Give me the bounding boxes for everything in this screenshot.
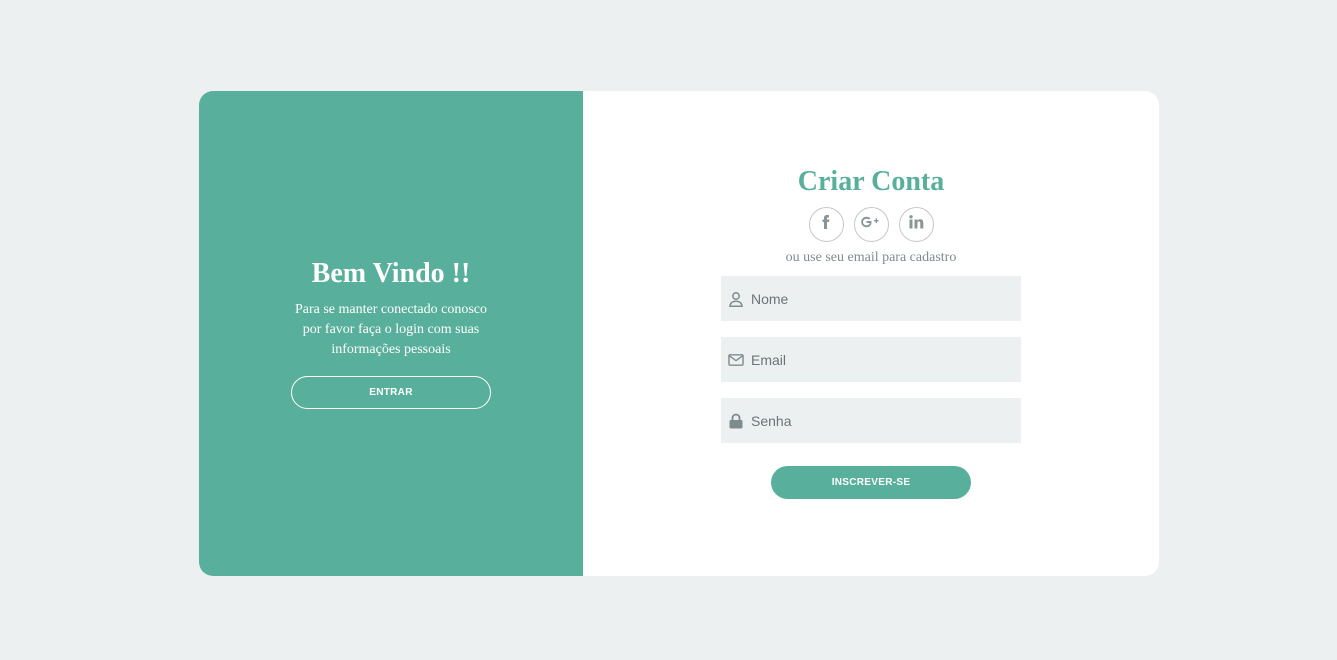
welcome-title: Bem Vindo !! <box>311 258 471 289</box>
welcome-panel: Bem Vindo !! Para se manter conectado co… <box>199 91 583 576</box>
name-field <box>721 276 1021 321</box>
social-links <box>808 207 934 242</box>
linkedin-button[interactable] <box>898 207 934 242</box>
facebook-button[interactable] <box>808 207 844 242</box>
facebook-icon <box>818 214 834 235</box>
signup-subtitle: ou use seu email para cadastro <box>785 250 957 265</box>
password-field <box>721 398 1021 443</box>
google-plus-icon <box>860 215 882 234</box>
auth-card: Bem Vindo !! Para se manter conectado co… <box>199 91 1159 576</box>
signup-panel: Criar Conta ou use seu email para cadast… <box>583 91 1159 576</box>
name-input[interactable] <box>751 276 1021 321</box>
login-button[interactable]: ENTRAR <box>291 376 491 409</box>
email-field <box>721 337 1021 382</box>
password-input[interactable] <box>751 398 1021 443</box>
signup-title: Criar Conta <box>797 166 945 197</box>
welcome-description: Para se manter conectado conosco por fav… <box>294 302 488 357</box>
envelope-icon <box>728 352 744 368</box>
email-input[interactable] <box>751 337 1021 382</box>
lock-icon <box>728 413 744 429</box>
user-icon <box>728 291 744 307</box>
signup-button[interactable]: INSCREVER-SE <box>771 466 971 499</box>
google-plus-button[interactable] <box>853 207 889 242</box>
linkedin-icon <box>908 214 924 235</box>
